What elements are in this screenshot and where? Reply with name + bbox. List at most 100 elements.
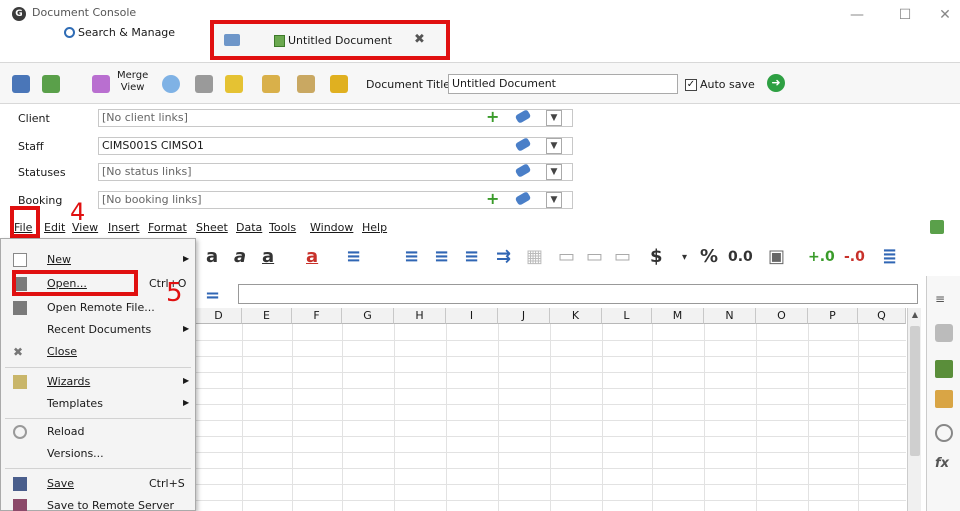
currency-dropdown-icon[interactable]: ▾ [682,252,687,263]
wrench-icon[interactable] [935,324,953,342]
vertical-scrollbar[interactable]: ▲ [907,308,921,511]
percent-button[interactable]: % [700,246,718,267]
autosave-checkbox[interactable]: ✓ [685,79,697,91]
align-left-icon[interactable]: ≡ [404,246,419,267]
highlight-icon[interactable]: ≡ [346,246,361,267]
formula-input[interactable] [238,284,918,304]
menu-item-reload[interactable]: Reload [1,421,195,443]
column-header[interactable]: L [602,308,652,324]
font-underline-a-icon[interactable]: a [262,246,274,267]
column-header[interactable]: D [196,308,242,324]
go-button[interactable]: ➜ [767,74,785,92]
grid-col-line [858,324,859,511]
menu-item-close[interactable]: ✖ Close [1,341,195,363]
column-header[interactable]: G [342,308,394,324]
maximize-button[interactable]: ☐ [890,6,920,24]
align-top-icon[interactable]: ▭ [558,246,575,267]
menu-item-save[interactable]: Save Ctrl+S [1,473,195,495]
menu-item-save-remote[interactable]: Save to Remote Server [1,495,195,511]
column-header[interactable]: O [756,308,808,324]
currency-button[interactable]: $ [650,246,663,267]
close-window-button[interactable]: ✕ [930,6,960,24]
merge-cells-icon[interactable]: ▦ [526,246,543,267]
tab-close-icon[interactable]: ✖ [414,32,425,47]
font-bold-a-icon[interactable]: a [206,246,218,267]
align-right-icon[interactable]: ≡ [464,246,479,267]
document-title-input[interactable]: Untitled Document [448,74,678,94]
column-header[interactable]: N [704,308,756,324]
column-header[interactable]: K [550,308,602,324]
menu-item-versions[interactable]: Versions... [1,443,195,465]
tab-untitled-document[interactable]: Untitled Document ✖ [210,20,450,60]
font-color-icon[interactable]: a [306,246,318,267]
staff-field[interactable]: CIMS001S CIMSO1 [98,137,573,155]
grid-row-line [196,388,906,389]
export-icon[interactable] [42,75,60,93]
remove-decimal-icon[interactable]: -.0 [844,249,865,265]
calendar-icon[interactable]: ▣ [768,246,785,267]
spreadsheet-grid[interactable]: D E F G H I J K L M N O P Q [196,308,906,511]
mail-icon[interactable] [225,75,243,93]
chevron-down-icon[interactable]: ▼ [546,164,562,180]
chevron-down-icon[interactable]: ▼ [546,110,562,126]
minimize-button[interactable]: — [842,6,872,24]
column-header[interactable]: Q [858,308,906,324]
grid-col-line [652,324,653,511]
column-header[interactable]: I [446,308,498,324]
menu-window[interactable]: Window [310,221,353,234]
wrap-text-icon[interactable]: ⇉ [496,246,511,267]
add-icon[interactable]: + [486,191,499,207]
column-header[interactable]: F [292,308,342,324]
menu-data[interactable]: Data [236,221,262,234]
menu-format[interactable]: Format [148,221,187,234]
document-pen-icon[interactable] [297,75,315,93]
envelope-icon[interactable] [262,75,280,93]
menu-item-templates[interactable]: Templates ▶ [1,393,195,415]
menu-sheet[interactable]: Sheet [196,221,228,234]
grid-col-line [808,324,809,511]
column-header[interactable]: M [652,308,704,324]
column-header[interactable]: J [498,308,550,324]
merge-view-icon[interactable] [92,75,110,93]
menu-help[interactable]: Help [362,221,387,234]
align-center-icon[interactable]: ≡ [434,246,449,267]
add-icon[interactable]: + [486,109,499,125]
key-icon[interactable] [330,75,348,93]
client-field[interactable]: [No client links] [98,109,573,127]
chevron-down-icon[interactable]: ▼ [546,138,562,154]
align-bottom-icon[interactable]: ▭ [614,246,631,267]
styles-icon[interactable] [935,360,953,378]
scroll-up-icon[interactable]: ▲ [908,308,922,322]
navigator-icon[interactable] [935,424,953,442]
decimal-format-button[interactable]: 0.0 [728,249,753,265]
booking-field[interactable]: [No booking links] [98,191,573,209]
save-icon[interactable] [12,75,30,93]
wizard-icon [13,375,27,389]
tab-search-manage[interactable]: Search & Manage [60,24,210,42]
column-header[interactable]: E [242,308,292,324]
menu-edit[interactable]: Edit [44,221,65,234]
merge-view-button[interactable]: Merge View [117,70,148,94]
menu-item-wizards[interactable]: Wizards ▶ [1,371,195,393]
column-header[interactable]: H [394,308,446,324]
font-italic-a-icon[interactable]: a [234,246,246,267]
sidebar-menu-icon[interactable]: ≡ [935,292,953,310]
preview-icon[interactable] [162,75,180,93]
download-icon[interactable] [930,220,944,234]
menu-tools[interactable]: Tools [269,221,296,234]
print-icon[interactable] [195,75,213,93]
scroll-thumb[interactable] [910,326,920,456]
menu-item-new[interactable]: New ▶ [1,249,195,271]
column-header[interactable]: P [808,308,858,324]
add-decimal-icon[interactable]: +.0 [808,249,835,265]
menu-item-recent[interactable]: Recent Documents ▶ [1,319,195,341]
menu-insert[interactable]: Insert [108,221,140,234]
align-middle-icon[interactable]: ▭ [586,246,603,267]
chevron-down-icon[interactable]: ▼ [546,192,562,208]
printer-icon[interactable] [224,34,240,46]
indent-icon[interactable]: ≣ [882,246,897,267]
function-icon[interactable]: fx [935,456,953,474]
formula-equals-icon[interactable]: = [205,285,220,306]
gallery-icon[interactable] [935,390,953,408]
statuses-field[interactable]: [No status links] [98,163,573,181]
